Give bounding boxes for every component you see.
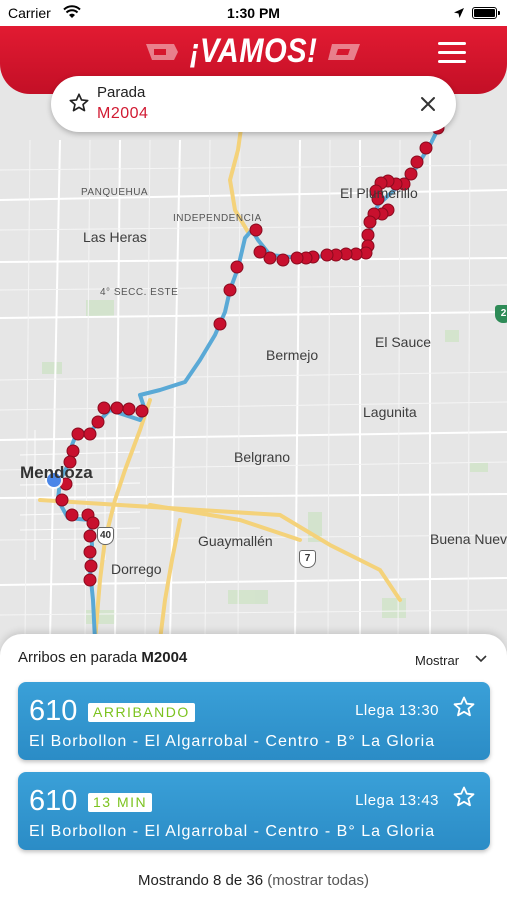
bus-stop-marker[interactable]	[363, 215, 377, 229]
arrival-status-badge: 13 MIN	[88, 793, 153, 812]
battery-icon	[472, 7, 500, 19]
bus-stop-marker[interactable]	[122, 402, 136, 416]
bus-stop-marker[interactable]	[84, 559, 98, 573]
bus-stop-marker[interactable]	[83, 529, 97, 543]
show-all-link[interactable]: (mostrar todas)	[267, 872, 369, 889]
map-label-independencia: INDEPENDENCIA	[173, 213, 262, 224]
map-label-belgrano: Belgrano	[234, 449, 291, 465]
chevron-down-icon[interactable]	[475, 655, 487, 663]
map-label-lagunita: Lagunita	[363, 404, 417, 420]
arrival-route: El Borbollon - El Algarrobal - Centro - …	[29, 823, 436, 840]
arrival-card[interactable]: 610 13 MIN Llega 13:43 El Borbollon - El…	[18, 772, 490, 850]
map-label-el-sauce: El Sauce	[375, 334, 432, 350]
bus-stop-marker[interactable]	[83, 573, 97, 587]
arrivals-title: Arribos en parada M2004	[18, 649, 187, 666]
bus-stop-marker[interactable]	[230, 260, 244, 274]
bus-stop-marker[interactable]	[410, 155, 424, 169]
map-label-mendoza: Mendoza	[20, 463, 93, 482]
map-label-buena-nueva: Buena Nueva	[430, 531, 507, 547]
location-arrow-icon	[453, 6, 465, 24]
hamburger-menu-icon[interactable]	[438, 42, 468, 64]
stop-search-card[interactable]: Parada M2004	[51, 76, 456, 132]
arrivals-title-prefix: Arribos en parada	[18, 649, 142, 666]
map-label-dorrego: Dorrego	[111, 561, 162, 577]
bus-logo-right-icon	[328, 44, 360, 60]
bus-stop-marker[interactable]	[320, 248, 334, 262]
map-label-las-heras: Las Heras	[83, 229, 147, 245]
map-label-bermejo: Bermejo	[266, 347, 319, 363]
bus-stop-marker[interactable]	[361, 228, 375, 242]
status-bar: Carrier 1:30 PM	[0, 0, 507, 26]
map-label-cuarta-seccion: 4° SECC. ESTE	[100, 287, 179, 298]
bus-stop-marker[interactable]	[83, 545, 97, 559]
star-outline-icon[interactable]	[452, 785, 476, 809]
stop-code: M2004	[97, 105, 149, 122]
arrivals-count: Mostrando 8 de 36	[138, 872, 264, 889]
bus-stop-marker[interactable]	[213, 317, 227, 331]
bus-stop-marker[interactable]	[276, 253, 290, 267]
bus-stop-marker[interactable]	[71, 427, 85, 441]
app-title: ¡VAMOS!	[189, 32, 318, 70]
bus-line-number: 610	[29, 785, 78, 817]
bus-stop-marker[interactable]	[97, 401, 111, 415]
close-icon[interactable]	[418, 94, 438, 114]
bus-stop-marker[interactable]	[91, 415, 105, 429]
bus-stop-marker[interactable]	[223, 283, 237, 297]
map-label-panquehua: PANQUEHUA	[81, 187, 149, 198]
route-shield-7: 7	[299, 550, 316, 568]
star-outline-icon[interactable]	[68, 92, 90, 114]
bus-stop-marker[interactable]	[55, 493, 69, 507]
route-shield-2: 2	[495, 305, 507, 323]
star-outline-icon[interactable]	[452, 695, 476, 719]
bus-line-number: 610	[29, 695, 78, 727]
arrival-eta: Llega 13:30	[355, 702, 439, 719]
bus-stop-marker[interactable]	[253, 245, 267, 259]
arrivals-sheet: Arribos en parada M2004 Mostrar 610 ARRI…	[0, 634, 507, 900]
arrival-card[interactable]: 610 ARRIBANDO Llega 13:30 El Borbollon -…	[18, 682, 490, 760]
route-shield-40: 40	[97, 527, 114, 545]
map-label-el-plumerillo: El Plumerillo	[340, 185, 418, 201]
mostrar-toggle[interactable]: Mostrar	[415, 653, 459, 668]
arrivals-title-code: M2004	[141, 649, 188, 666]
bus-stop-marker[interactable]	[419, 141, 433, 155]
stop-label: Parada	[97, 84, 146, 101]
map-label-guaymallen: Guaymallén	[198, 533, 273, 549]
bus-stop-marker[interactable]	[66, 444, 80, 458]
clock: 1:30 PM	[227, 5, 280, 21]
arrivals-footer: Mostrando 8 de 36 (mostrar todas)	[0, 872, 507, 889]
bus-stop-marker[interactable]	[83, 427, 97, 441]
bus-stop-marker[interactable]	[135, 404, 149, 418]
arrival-eta: Llega 13:43	[355, 792, 439, 809]
arrival-status-badge: ARRIBANDO	[88, 703, 195, 722]
arrival-route: El Borbollon - El Algarrobal - Centro - …	[29, 733, 436, 750]
bus-stop-marker[interactable]	[110, 401, 124, 415]
bus-stop-marker[interactable]	[65, 508, 79, 522]
bus-stop-marker[interactable]	[290, 251, 304, 265]
bus-stop-marker[interactable]	[249, 223, 263, 237]
